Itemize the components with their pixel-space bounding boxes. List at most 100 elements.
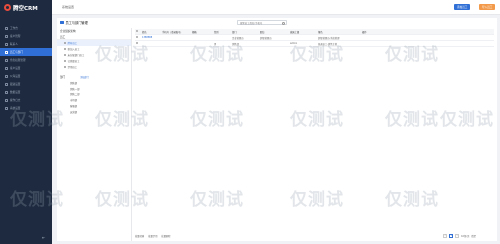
batch-action-button[interactable]: 批量转移 (135, 234, 144, 238)
table-cell: 销售部 (232, 42, 239, 46)
sidebar-item-label: 数据设置 (10, 91, 21, 94)
menu-icon (5, 98, 8, 102)
column-header: 姓名 (142, 30, 147, 34)
pagination: ‹ 1 › 10条/页 跳至 (443, 233, 476, 238)
sidebar-item[interactable]: 操作日志 (0, 96, 52, 104)
import-employee-button[interactable]: 导入员工 (479, 4, 496, 10)
staff-filter-label: 未分配部门员工 (67, 54, 85, 57)
menu-icon (5, 26, 8, 30)
dept-item[interactable]: 运营部 (57, 109, 131, 115)
employee-table: 姓名 手机号（登录账号） 邮箱 性别 部门 职位 直属上级 角色 操作 1388888 企业管理员… (135, 29, 494, 47)
menu-icon (5, 50, 8, 54)
menu-icon (5, 58, 8, 62)
content-card: 员工与部门管理 企业组织架构 员工 所有员工新加入员工未分配部门员工已离职员工禁… (57, 18, 497, 241)
menu-icon (5, 74, 8, 78)
user-icon (64, 59, 67, 63)
page-size-select[interactable]: 10条/页 (461, 234, 469, 238)
page-title: 员工与部门管理 (65, 21, 88, 25)
batch-actions: 批量转移 批量禁用 批量删除 (135, 234, 171, 238)
brand-logo[interactable]: 腾空CRM (4, 3, 38, 12)
sidebar-item[interactable]: 公海设置 (0, 72, 52, 80)
search-box[interactable] (237, 20, 287, 26)
staff-filter-label: 已离职员工 (67, 60, 80, 63)
user-icon (64, 53, 67, 57)
user-icon (64, 65, 67, 69)
sidebar-item-label: 公海设置 (10, 75, 21, 78)
column-header: 操作 (362, 30, 367, 34)
table-cell: 普通员工,销售主管 (318, 42, 338, 46)
user-icon (64, 41, 67, 45)
main-area: 员工与部门管理 企业组织架构 员工 所有员工新加入员工未分配部门员工已离职员工禁… (52, 15, 500, 244)
column-header: 角色 (318, 30, 323, 34)
staff-filter-item[interactable]: 禁用员工 (57, 64, 131, 70)
sidebar-item-label: 系统设置 (10, 107, 21, 110)
sidebar-item-label: 客户管理 (10, 35, 21, 38)
sidebar-nav: 工作台客户管理联系人员工与部门角色权限管理 客户设置公海设置跟进设置数据设置操作日… (0, 24, 52, 112)
batch-action-button[interactable]: 批量禁用 (148, 234, 157, 238)
table-cell: 超级管理员,系统管理 (318, 36, 340, 40)
next-page-button[interactable]: › (455, 233, 460, 238)
checkbox-icon[interactable] (136, 35, 139, 39)
menu-icon (5, 90, 8, 94)
sidebar-item[interactable]: 系统设置 (0, 104, 52, 112)
table-footer: 批量转移 批量禁用 批量删除 ‹ 1 › 10条/页 跳至 (135, 233, 494, 239)
sidebar-item[interactable]: 数据设置 (0, 88, 52, 96)
sidebar-item-label: 跟进设置 (10, 83, 21, 86)
prev-page-button[interactable]: ‹ (443, 233, 448, 238)
sidebar: 腾空CRM 工作台客户管理联系人员工与部门角色权限管理 客户设置公海设置跟进设置数… (0, 0, 52, 244)
add-dept-link[interactable]: 添加部门 (80, 75, 89, 79)
table-cell: admin (290, 42, 298, 45)
sidebar-item-label: 客户设置 (10, 67, 21, 70)
brand-name: 腾空CRM (13, 5, 38, 12)
dept-section-title: 部门 (60, 76, 66, 79)
sidebar-item-label: 操作日志 (10, 99, 21, 102)
table-body: 1388888 企业管理员 超级管理员 超级管理员,系统管理男 销售部 admin 普通员工… (135, 35, 494, 47)
menu-icon (5, 66, 8, 70)
column-header: 部门 (232, 30, 237, 34)
column-header: 职位 (260, 30, 265, 34)
sidebar-item-label: 联系人 (10, 43, 18, 46)
row-checkbox[interactable] (135, 41, 141, 45)
org-tree: 企业组织架构 员工 所有员工 新加入员工 未分配部门员工 已离职员工 禁用员工 部门 添… (57, 28, 132, 241)
sidebar-item[interactable]: 员工与部门 (0, 48, 52, 56)
table-row[interactable]: 男 销售部 admin 普通员工,销售主管 (135, 41, 494, 47)
menu-icon (5, 106, 8, 110)
sidebar-item[interactable]: 客户管理 (0, 32, 52, 40)
menu-icon (5, 42, 8, 46)
search-input[interactable] (238, 21, 280, 26)
column-header: 直属上级 (290, 30, 300, 34)
add-employee-button[interactable]: 添加员工 (454, 4, 471, 10)
menu-icon (5, 34, 8, 38)
logo-icon (4, 4, 11, 11)
column-header: 手机号（登录账号） (162, 30, 183, 34)
collapse-sidebar-icon[interactable]: ⇤ (42, 235, 45, 240)
sidebar-item[interactable]: 客户设置 (0, 64, 52, 72)
staff-filter-list: 所有员工新加入员工未分配部门员工 已离职员工禁用员工 (57, 40, 131, 70)
page-1-button[interactable]: 1 (449, 233, 454, 238)
sidebar-item-label: 员工与部门 (10, 51, 23, 54)
dept-list: 销售部 销售一部 销售二部 市场部 客服部 运营部 (57, 80, 131, 115)
search-icon[interactable] (282, 21, 285, 25)
table-cell: 男 (214, 42, 217, 46)
sidebar-item[interactable]: 角色权限管理 (0, 56, 52, 64)
table-cell: 企业管理员 (232, 36, 244, 40)
batch-action-button[interactable]: 批量删除 (161, 234, 170, 238)
checkbox-icon[interactable] (136, 29, 139, 33)
top-bar: 系统设置 添加员工 导入员工 (52, 0, 500, 15)
breadcrumb: 系统设置 (62, 5, 75, 9)
sidebar-item[interactable]: 跟进设置 (0, 80, 52, 88)
table-cell[interactable]: 1388888 (141, 36, 161, 39)
staff-filter-label: 新加入员工 (67, 48, 80, 51)
sidebar-item[interactable]: 工作台 (0, 24, 52, 32)
checkbox-icon[interactable] (136, 41, 139, 45)
sidebar-item-label: 工作台 (10, 27, 18, 30)
table-cell: 超级管理员 (260, 36, 272, 40)
staff-filter-label: 所有员工 (67, 42, 78, 45)
sidebar-item[interactable]: 联系人 (0, 40, 52, 48)
menu-icon (5, 82, 8, 86)
staff-filter-label: 禁用员工 (67, 66, 78, 69)
user-icon (64, 47, 67, 51)
title-badge-icon (60, 20, 64, 25)
sidebar-item-label: 角色权限管理 (10, 59, 26, 62)
goto-label: 跳至 (471, 234, 476, 238)
